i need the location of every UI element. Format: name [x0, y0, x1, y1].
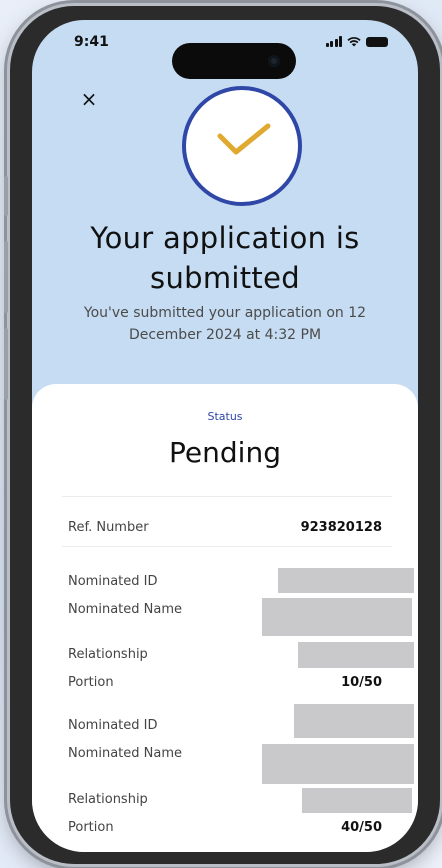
status-card: Status Pending Ref. Number 923820128 Nom…	[32, 384, 418, 852]
nominee-2-name-label: Nominated Name	[68, 746, 182, 761]
signal-icon	[325, 36, 342, 47]
nominee-1-relationship-redacted	[298, 642, 414, 668]
nominee-1-relationship-label: Relationship	[68, 647, 148, 662]
ref-number-label: Ref. Number	[68, 520, 149, 535]
status-value: Pending	[169, 436, 281, 469]
nominee-1-name-redacted	[262, 598, 412, 636]
nominee-2-portion-value: 40/50	[341, 820, 382, 835]
status-icons	[325, 36, 388, 47]
divider	[62, 496, 392, 497]
nominee-1-id-label: Nominated ID	[68, 574, 158, 589]
ref-number-value: 923820128	[300, 520, 382, 535]
close-button[interactable]: ×	[76, 86, 102, 112]
nominee-1-id-redacted	[278, 568, 414, 593]
dynamic-island	[172, 43, 296, 79]
page-title: Your application is submitted	[90, 221, 360, 295]
submission-subtitle: You've submitted your application on 12 …	[83, 305, 367, 343]
checkmark-icon	[217, 123, 271, 155]
close-icon: ×	[80, 87, 98, 111]
volume-down-button	[4, 328, 8, 400]
nominee-2-portion-label: Portion	[68, 820, 114, 835]
nominee-1-portion-value: 10/50	[341, 675, 382, 690]
status-label: Status	[207, 410, 243, 423]
nominee-2-name-redacted	[262, 744, 414, 784]
nominee-1-name-label: Nominated Name	[68, 602, 182, 617]
mute-switch	[4, 176, 8, 216]
volume-up-button	[4, 241, 8, 313]
phone-frame: 9:41 × Your application is submitted You…	[4, 6, 440, 864]
status-time: 9:41	[74, 34, 109, 50]
wifi-icon	[347, 37, 361, 47]
divider	[62, 546, 392, 547]
camera-icon	[268, 55, 280, 67]
nominee-2-id-redacted	[294, 704, 414, 738]
nominee-1-portion-label: Portion	[68, 675, 114, 690]
screen: 9:41 × Your application is submitted You…	[32, 20, 418, 852]
battery-icon	[366, 37, 388, 47]
nominee-2-relationship-redacted	[302, 788, 412, 813]
success-badge	[182, 86, 302, 206]
nominee-2-relationship-label: Relationship	[68, 792, 148, 807]
nominee-2-id-label: Nominated ID	[68, 718, 158, 733]
